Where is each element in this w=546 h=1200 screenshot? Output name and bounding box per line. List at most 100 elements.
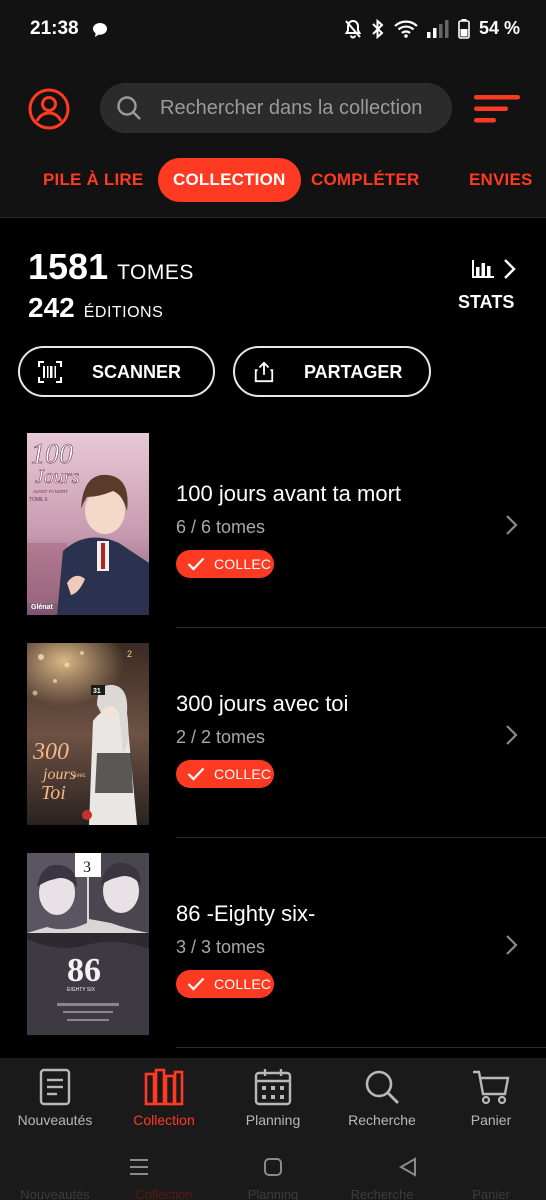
bluetooth-icon — [372, 18, 384, 39]
nav-label: Recherche — [348, 1112, 416, 1128]
nav-planning[interactable]: Planning — [218, 1058, 328, 1143]
recent-apps-icon[interactable] — [128, 1157, 150, 1177]
bar-chart-icon — [472, 260, 494, 278]
item-title: 100 jours avant ta mort — [176, 481, 402, 506]
chat-bubble-icon — [93, 23, 107, 37]
cover-title-word: jours — [41, 766, 76, 783]
item-title: 86 -Eighty six- — [176, 901, 316, 926]
list-item[interactable]: 3 86 EIGHTY SIX 86 -Eighty six- 3 / 3 to… — [0, 838, 546, 1048]
home-icon[interactable] — [263, 1157, 283, 1177]
stats-button[interactable]: STATS — [458, 258, 522, 318]
chevron-right-icon — [506, 935, 518, 955]
share-icon — [254, 361, 274, 383]
bottom-navigation: Nouveautés Collection Planning Recherche… — [0, 1058, 546, 1143]
editions-count-unit: ÉDITIONS — [83, 304, 164, 321]
collection-list: 100 Jours AVANT TA MORT TOME 6 Glénat 10… — [0, 418, 546, 1048]
status-bar: 21:38 54 % — [0, 0, 546, 62]
collection-badge: COLLEC — [176, 970, 274, 998]
cover-subtitle: AVANT TA MORT — [33, 489, 68, 494]
tab-pile-a-lire[interactable]: PILE À LIRE — [43, 158, 143, 202]
status-time: 21:38 — [30, 18, 79, 39]
news-icon — [39, 1068, 71, 1106]
nav-panier[interactable]: Panier — [436, 1058, 546, 1143]
back-icon[interactable] — [398, 1157, 418, 1177]
search-input[interactable] — [160, 83, 445, 133]
badge-label: COLLEC — [214, 976, 272, 992]
item-title: 300 jours avec toi — [176, 691, 349, 716]
ghost-nav-label: Panier — [472, 1187, 510, 1200]
ghost-nav-label: Nouveautés — [20, 1187, 90, 1200]
stats-label: STATS — [458, 292, 515, 312]
search-bar[interactable] — [100, 83, 452, 133]
nav-collection[interactable]: Collection — [109, 1058, 219, 1143]
badge-label: COLLEC — [214, 556, 272, 572]
tab-collection[interactable]: COLLECTION — [158, 158, 301, 202]
nav-label: Collection — [133, 1112, 195, 1128]
cover-subtitle: avec — [73, 773, 86, 779]
editions-count-value: 242 — [28, 292, 75, 323]
barcode-icon — [38, 361, 62, 383]
cover-publisher: Glénat — [31, 604, 53, 611]
chevron-right-icon — [506, 515, 518, 535]
cover-badge-number: 31 — [93, 688, 101, 695]
item-volume-count: 6 / 6 tomes — [176, 517, 266, 537]
checkmark-icon — [187, 977, 205, 991]
cover-tome: 2 — [127, 649, 132, 659]
divider — [176, 1047, 546, 1048]
calendar-icon — [254, 1069, 292, 1106]
share-button[interactable]: PARTAGER — [233, 346, 431, 397]
cover-image: 3 86 EIGHTY SIX — [27, 853, 149, 1035]
status-icons: 54 % — [344, 18, 520, 39]
checkmark-icon — [187, 767, 205, 781]
cart-icon — [473, 1070, 510, 1105]
search-icon — [117, 96, 141, 120]
editions-count: 242 ÉDITIONS — [28, 292, 163, 324]
tab-envies[interactable]: ENVIES — [469, 158, 533, 202]
tomes-count-value: 1581 — [28, 246, 109, 287]
share-label: PARTAGER — [304, 362, 403, 382]
cover-tome: TOME 6 — [29, 497, 48, 503]
profile-icon[interactable] — [28, 88, 70, 130]
cover-tome: 3 — [83, 859, 91, 876]
badge-label: COLLEC — [214, 766, 272, 782]
books-icon — [144, 1068, 184, 1106]
nav-label: Planning — [245, 1112, 301, 1128]
cover-title-number: 86 — [67, 952, 101, 989]
cover-image: 31 2 300 jours avec Toi — [27, 643, 149, 825]
ghost-nav-label: Planning — [247, 1187, 299, 1200]
ghost-nav-label: Collection — [135, 1187, 193, 1200]
ghost-nav-label: Recherche — [350, 1187, 414, 1200]
system-navigation-bar: Nouveautés Collection Planning Recherche… — [0, 1143, 546, 1200]
nav-label: Nouveautés — [17, 1112, 93, 1128]
chevron-right-icon — [504, 259, 516, 279]
app-header: PILE À LIRE COLLECTION COMPLÉTER ENVIES — [0, 62, 546, 218]
collection-tabs: PILE À LIRE COLLECTION COMPLÉTER ENVIES — [0, 158, 546, 202]
chevron-right-icon — [506, 725, 518, 745]
mute-notification-icon — [344, 19, 362, 38]
collection-badge: COLLEC — [176, 760, 274, 788]
search-icon — [365, 1070, 399, 1104]
scanner-label: SCANNER — [92, 362, 182, 382]
item-volume-count: 2 / 2 tomes — [176, 727, 266, 747]
item-volume-count: 3 / 3 tomes — [176, 937, 266, 957]
nav-nouveautes[interactable]: Nouveautés — [0, 1058, 110, 1143]
list-item[interactable]: 31 2 300 jours avec Toi 300 jours avec t… — [0, 628, 546, 838]
cover-title-extra: Toi — [41, 782, 66, 804]
sort-icon[interactable] — [474, 94, 520, 124]
tomes-count: 1581 TOMES — [28, 246, 194, 288]
cover-image: 100 Jours AVANT TA MORT TOME 6 Glénat — [27, 433, 149, 615]
nav-label: Panier — [470, 1112, 512, 1128]
tab-completer[interactable]: COMPLÉTER — [311, 158, 420, 202]
list-item[interactable]: 100 Jours AVANT TA MORT TOME 6 Glénat 10… — [0, 418, 546, 628]
battery-icon — [458, 18, 470, 39]
cover-title-number: 300 — [32, 739, 69, 765]
collection-badge: COLLEC — [176, 550, 274, 578]
nav-recherche[interactable]: Recherche — [327, 1058, 437, 1143]
battery-percentage: 54 % — [478, 18, 520, 38]
signal-icon — [426, 19, 449, 38]
cover-subtitle: EIGHTY SIX — [67, 987, 96, 993]
tomes-count-unit: TOMES — [117, 261, 194, 284]
cover-title-word: Jours — [35, 466, 80, 488]
checkmark-icon — [187, 557, 205, 571]
scanner-button[interactable]: SCANNER — [18, 346, 215, 397]
